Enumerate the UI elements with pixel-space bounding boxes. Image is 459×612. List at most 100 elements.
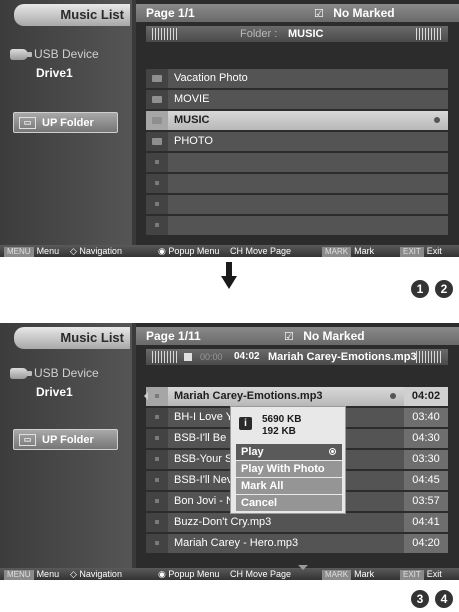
exit-key: EXIT Exit: [400, 245, 442, 257]
list-item[interactable]: Buzz-Don't Cry.mp3 04:41: [146, 513, 448, 532]
list-item[interactable]: MOVIE: [146, 90, 448, 109]
down-arrow-icon: [221, 262, 237, 290]
track-duration: 03:57: [404, 492, 448, 511]
step-badge: 4: [435, 590, 453, 608]
usb-device-icon: [10, 48, 32, 60]
popup-item-cancel[interactable]: Cancel: [236, 495, 342, 511]
info-icon: i: [239, 417, 252, 430]
selection-dot-icon: [434, 117, 440, 123]
up-folder-button[interactable]: ▭ UP Folder: [13, 429, 118, 450]
usb-device-icon: [10, 367, 32, 379]
page-indicator: Page 1/1: [146, 6, 195, 20]
file-list-panel: Page 1/1 ☑ No Marked Folder : MUSIC Vaca…: [136, 0, 459, 245]
remote-key-guide: MENU Menu ◇ Navigation ◉ Popup Menu CH Mo…: [0, 245, 459, 257]
popup-menu-key: ◉ Popup Menu: [158, 245, 219, 257]
usb-device-label: USB Device: [34, 47, 99, 61]
move-page-key-label: Move Page: [245, 246, 292, 256]
list-item[interactable]: [146, 153, 448, 172]
move-page-key: CH Move Page: [230, 568, 291, 580]
music-file-icon: [155, 457, 159, 461]
usb-device-row[interactable]: USB Device: [10, 46, 99, 62]
radio-selected-icon: [329, 448, 336, 455]
up-folder-icon: ▭: [19, 116, 36, 129]
menu-key: MENU Menu: [4, 245, 59, 257]
navigation-key-label: Navigation: [79, 569, 122, 579]
stripe-decoration-icon: [152, 28, 178, 40]
list-item[interactable]: Mariah Carey - Hero.mp3 04:20: [146, 534, 448, 553]
menu-key-label: Menu: [36, 246, 60, 256]
mark-key: MARK Mark: [322, 245, 374, 257]
sidebar: Music List USB Device Drive1 ▭ UP Folder: [0, 0, 132, 245]
track-duration: 04:45: [404, 471, 448, 490]
step-badge: 2: [435, 280, 453, 298]
marked-label: No Marked: [303, 329, 365, 343]
navigation-key: ◇ Navigation: [70, 568, 122, 580]
page-header: Page 1/1 ☑ No Marked: [136, 4, 459, 22]
track-duration: 03:30: [404, 450, 448, 469]
step-badge: 1: [411, 280, 429, 298]
stripe-decoration-icon: [416, 351, 442, 363]
popup-item-play-with-photo[interactable]: Play With Photo: [236, 461, 342, 477]
file-size: 5690 KB: [262, 414, 302, 425]
track-duration: 04:41: [404, 513, 448, 532]
track-duration: 03:40: [404, 408, 448, 427]
folder-icon: [152, 96, 162, 103]
popup-menu-key-label: Popup Menu: [168, 246, 220, 256]
current-folder-name: MUSIC: [288, 28, 324, 40]
exit-key-label: Exit: [426, 569, 442, 579]
marked-status: ☑ No Marked: [314, 4, 395, 23]
now-playing-bar: 00:00 04:02 Mariah Carey-Emotions.mp3: [146, 349, 448, 365]
popup-menu-key-label: Popup Menu: [168, 569, 220, 579]
file-info: i 5690 KB 192 KB: [239, 414, 301, 438]
list-item-selected[interactable]: Mariah Carey-Emotions.mp3 04:02: [146, 387, 448, 406]
track-duration: 04:20: [404, 534, 448, 553]
menu-key-label: Menu: [36, 569, 60, 579]
popup-item-mark-all[interactable]: Mark All: [236, 478, 342, 494]
usb-device-row[interactable]: USB Device: [10, 365, 99, 381]
page-header: Page 1/11 ☑ No Marked: [136, 327, 459, 345]
empty-slot-icon: [155, 160, 159, 164]
navigation-key: ◇ Navigation: [70, 245, 122, 257]
up-folder-icon: ▭: [19, 433, 36, 446]
exit-key-badge: EXIT: [400, 247, 424, 257]
sidebar: Music List USB Device Drive1 ▭ UP Folder: [0, 323, 132, 568]
list-item[interactable]: [146, 174, 448, 193]
list-item-name: Vacation Photo: [174, 72, 248, 84]
popup-menu: i 5690 KB 192 KB Play Play With Photo Ma…: [230, 406, 346, 514]
now-playing-title: Mariah Carey-Emotions.mp3: [268, 351, 417, 363]
move-page-key-label: Move Page: [245, 569, 292, 579]
drive-label[interactable]: Drive1: [36, 385, 73, 399]
list-item[interactable]: PHOTO: [146, 132, 448, 151]
list-item-name: MOVIE: [174, 93, 210, 105]
scroll-down-icon[interactable]: [298, 565, 308, 570]
track-duration: 04:02: [404, 387, 448, 406]
popup-item-label: Play: [241, 446, 264, 458]
file-size-secondary: 192 KB: [262, 426, 296, 437]
drive-label[interactable]: Drive1: [36, 66, 73, 80]
page-indicator: Page 1/11: [146, 329, 201, 343]
list-item-name: Buzz-Don't Cry.mp3: [174, 516, 272, 528]
popup-item-play[interactable]: Play: [236, 444, 342, 460]
music-file-icon: [155, 394, 159, 398]
list-item[interactable]: [146, 195, 448, 214]
sidebar-title: Music List: [14, 4, 130, 26]
music-file-icon: [155, 415, 159, 419]
exit-key-badge: EXIT: [400, 570, 424, 580]
list-item-selected[interactable]: MUSIC: [146, 111, 448, 130]
mark-key: MARK Mark: [322, 568, 374, 580]
menu-key: MENU Menu: [4, 568, 59, 580]
exit-key-label: Exit: [426, 246, 442, 256]
empty-slot-icon: [155, 181, 159, 185]
list-item[interactable]: [146, 216, 448, 235]
ok-button-icon: ◉: [158, 246, 169, 256]
navigation-key-label: Navigation: [79, 246, 122, 256]
music-file-icon: [155, 499, 159, 503]
stop-icon: [184, 353, 192, 361]
music-file-icon: [155, 436, 159, 440]
list-item[interactable]: Vacation Photo: [146, 69, 448, 88]
folder-info-bar: Folder : MUSIC: [146, 26, 448, 42]
move-page-key: CH Move Page: [230, 245, 291, 257]
up-folder-button[interactable]: ▭ UP Folder: [13, 112, 118, 133]
folder-icon: [152, 138, 162, 145]
track-duration: 04:30: [404, 429, 448, 448]
